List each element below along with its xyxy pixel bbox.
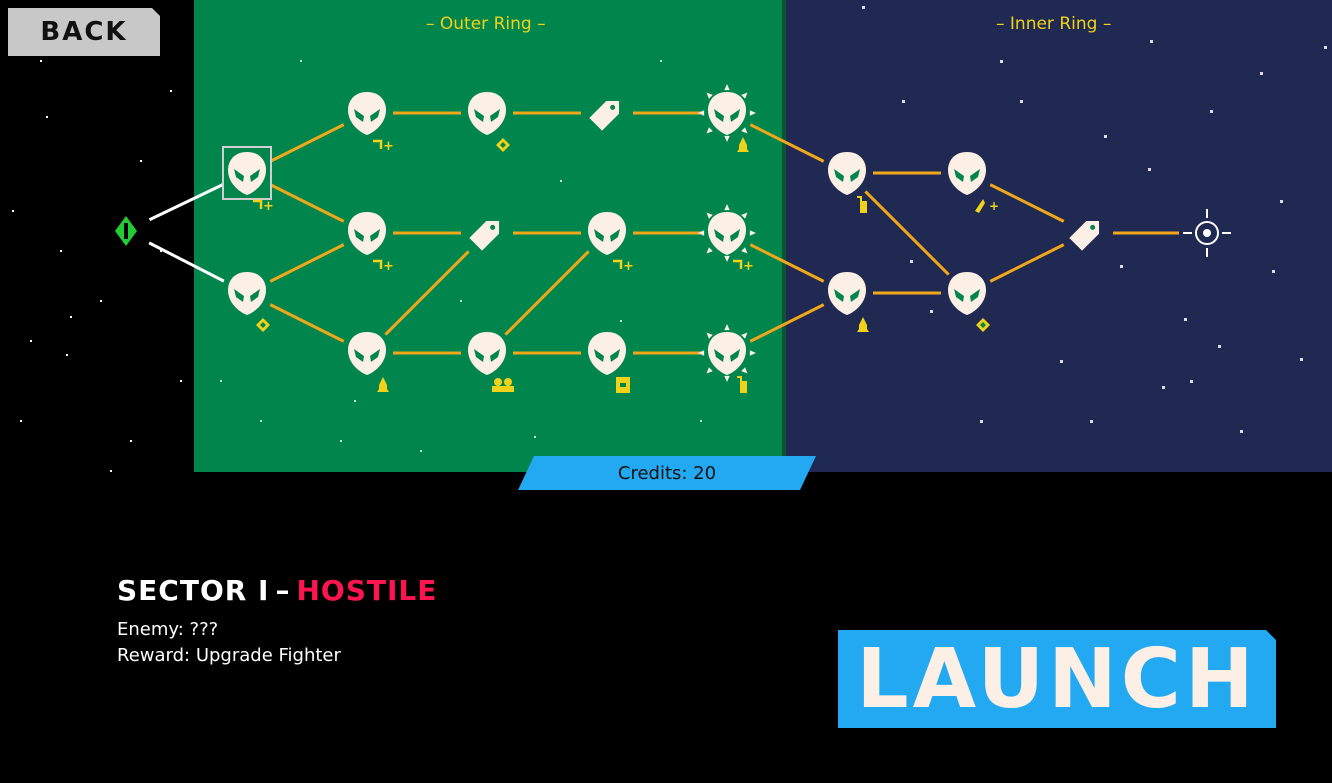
alien-enemy-icon — [228, 272, 266, 315]
map-node-alien[interactable]: + — [348, 212, 394, 274]
map-node-alien[interactable] — [828, 272, 869, 332]
map-node-shop[interactable] — [469, 215, 505, 251]
path-edge — [989, 183, 1065, 223]
path-edge — [749, 243, 825, 283]
alien-enemy-icon — [228, 152, 266, 195]
rocket-icon — [377, 377, 389, 392]
shop-tag-icon — [589, 100, 620, 131]
svg-text:+: + — [743, 259, 754, 274]
diamond-icon — [976, 318, 990, 332]
sector-name: SECTOR I — [117, 574, 270, 607]
svg-text:+: + — [623, 259, 634, 274]
path-edge — [749, 303, 825, 343]
crew-icon — [492, 378, 514, 392]
enemy-info: Enemy: ??? — [117, 619, 219, 640]
sector-map: + + + + + + — [115, 84, 1231, 393]
path-edge — [504, 250, 590, 336]
path-edge — [864, 190, 950, 276]
start-node[interactable] — [115, 216, 137, 246]
destination-target-icon — [1183, 209, 1231, 257]
map-node-alien[interactable] — [828, 152, 867, 213]
extinguisher-icon — [737, 376, 747, 393]
map-node-alien[interactable]: + — [348, 92, 394, 154]
map-node-alien[interactable] — [348, 332, 389, 392]
alien-enemy-icon — [708, 332, 746, 375]
rocket-icon — [857, 317, 869, 332]
alien-enemy-icon — [348, 332, 386, 375]
svg-text:+: + — [263, 199, 274, 214]
reward-info: Reward: Upgrade Fighter — [117, 645, 341, 666]
path-edge — [269, 123, 345, 163]
path-edge — [269, 183, 345, 223]
map-node-boss[interactable] — [698, 84, 756, 152]
svg-text:+: + — [383, 139, 394, 154]
swap-upgrade-icon: + — [373, 139, 394, 154]
speed-upgrade-icon: + — [373, 259, 394, 274]
map-node-alien[interactable] — [468, 92, 510, 152]
path-edge — [269, 303, 345, 343]
map-node-alien[interactable] — [468, 332, 514, 392]
shop-tag-icon — [1069, 220, 1100, 251]
path-edge — [989, 243, 1065, 283]
alien-enemy-icon — [348, 92, 386, 135]
extinguisher-icon — [857, 196, 867, 213]
alien-enemy-icon — [348, 212, 386, 255]
alien-enemy-icon — [948, 272, 986, 315]
path-edge — [749, 123, 825, 163]
path-edge — [269, 243, 345, 283]
launch-button[interactable]: LAUNCH — [838, 630, 1276, 728]
swap-upgrade-icon: + — [733, 259, 754, 274]
map-node-shop[interactable] — [589, 95, 625, 131]
map-node-alien[interactable]: + — [948, 152, 999, 213]
rocket-icon — [737, 137, 749, 152]
alien-enemy-icon — [828, 272, 866, 315]
svg-text:+: + — [989, 199, 999, 213]
card-icon — [616, 377, 630, 393]
map-node-alien[interactable] — [228, 272, 270, 332]
diamond-icon — [496, 138, 510, 152]
path-edge — [148, 182, 225, 222]
map-node-boss[interactable] — [698, 324, 756, 393]
alien-enemy-icon — [708, 212, 746, 255]
alien-enemy-icon — [948, 152, 986, 195]
diamond-icon — [256, 318, 270, 332]
alien-enemy-icon — [468, 92, 506, 135]
alien-enemy-icon — [708, 92, 746, 135]
map-node-alien[interactable] — [948, 272, 990, 332]
weapon-upgrade-icon: + — [975, 199, 999, 213]
alien-enemy-icon — [588, 212, 626, 255]
path-edge — [148, 241, 225, 283]
alien-enemy-icon — [828, 152, 866, 195]
shop-tag-icon — [469, 220, 500, 251]
credits-label: Credits: 20 — [617, 462, 717, 484]
map-node-alien[interactable] — [588, 332, 630, 393]
map-node-alien[interactable]: + — [222, 146, 274, 214]
alien-enemy-icon — [588, 332, 626, 375]
sector-title: SECTOR I – HOSTILE — [117, 574, 437, 607]
speed-upgrade-icon: + — [613, 259, 634, 274]
speed-upgrade-icon: + — [253, 199, 274, 214]
map-node-target[interactable] — [1183, 209, 1231, 257]
path-edge — [384, 250, 470, 336]
sector-separator: – — [275, 574, 291, 607]
map-node-boss[interactable]: + — [698, 204, 756, 274]
map-node-alien[interactable]: + — [588, 212, 634, 274]
map-node-shop[interactable] — [1069, 215, 1105, 251]
alien-enemy-icon — [468, 332, 506, 375]
credits-display: Credits: 20 — [518, 456, 816, 490]
svg-text:+: + — [383, 259, 394, 274]
sector-status: HOSTILE — [296, 574, 438, 607]
